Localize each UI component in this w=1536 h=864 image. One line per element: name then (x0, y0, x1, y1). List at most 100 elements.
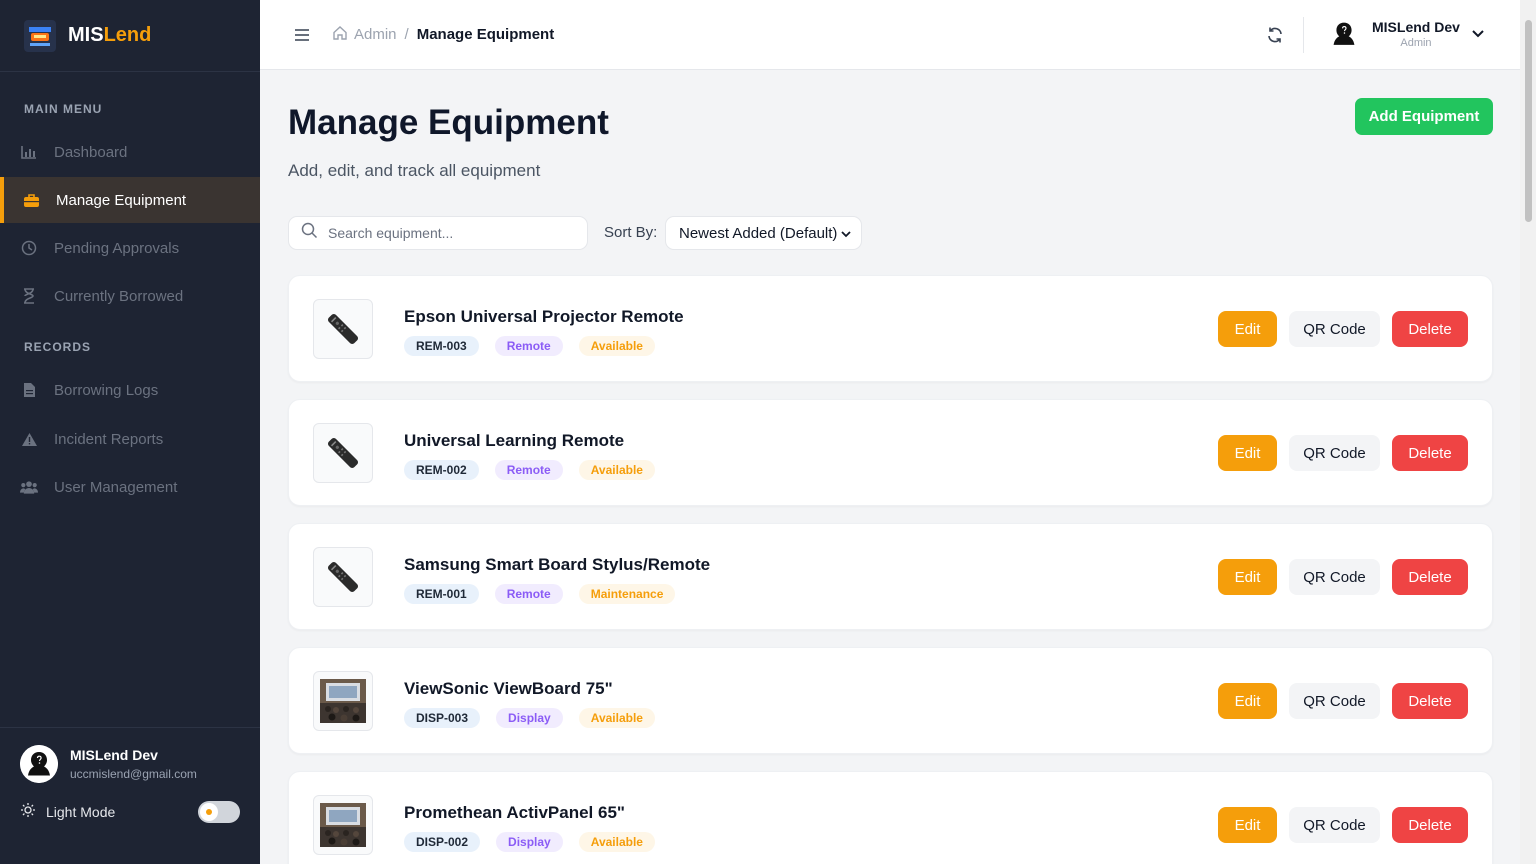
sidebar-item-label: Currently Borrowed (54, 287, 184, 305)
equipment-category-badge: Display (496, 708, 563, 728)
edit-button[interactable]: Edit (1218, 311, 1277, 347)
sidebar-item-label: User Management (54, 478, 178, 496)
qr-code-button[interactable]: QR Code (1289, 683, 1380, 719)
chevron-down-icon (841, 225, 851, 242)
user-menu[interactable]: MISLend Dev Admin (1326, 16, 1484, 52)
equipment-code-badge: DISP-003 (404, 708, 481, 728)
page-subtitle: Add, edit, and track all equipment (288, 161, 541, 180)
equipment-thumbnail (313, 795, 373, 855)
theme-toggle[interactable] (198, 801, 240, 823)
equipment-category-badge: Remote (494, 584, 563, 604)
equipment-list: Epson Universal Projector Remote REM-003… (288, 275, 1493, 864)
equipment-status-badge: Available (578, 336, 655, 356)
delete-button[interactable]: Delete (1392, 683, 1468, 719)
sidebar-item-user-management[interactable]: User Management (0, 463, 260, 511)
qr-code-button[interactable]: QR Code (1289, 435, 1380, 471)
brand[interactable]: MISLend (0, 0, 260, 72)
equipment-tags: REM-001 Remote Maintenance (404, 584, 691, 604)
equipment-actions: Edit QR Code Delete (1206, 559, 1468, 595)
scrollbar-thumb[interactable] (1525, 20, 1532, 222)
records-label: RECORDS (24, 340, 92, 354)
sidebar-item-pending-approvals[interactable]: Pending Approvals (0, 224, 260, 272)
equipment-card: ViewSonic ViewBoard 75" DISP-003 Display… (288, 647, 1493, 754)
equipment-code-badge: REM-001 (404, 584, 479, 604)
toggle-knob (200, 803, 218, 821)
equipment-card: Universal Learning Remote REM-002 Remote… (288, 399, 1493, 506)
equipment-actions: Edit QR Code Delete (1206, 435, 1468, 471)
sidebar-item-dashboard[interactable]: Dashboard (0, 128, 260, 176)
delete-button[interactable]: Delete (1392, 559, 1468, 595)
classroom-image (320, 803, 366, 847)
equipment-status-badge: Maintenance (578, 584, 676, 604)
equipment-card: Epson Universal Projector Remote REM-003… (288, 275, 1493, 382)
equipment-card: Promethean ActivPanel 65" DISP-002 Displ… (288, 771, 1493, 864)
sidebar-item-label: Borrowing Logs (54, 381, 159, 399)
sidebar-footer: MISLend Dev uccmislend@gmail.com Light M… (0, 727, 260, 864)
brand-suffix: Lend (103, 24, 152, 46)
hamburger-menu-icon[interactable] (290, 23, 314, 47)
sort-label: Sort By: (604, 224, 658, 241)
main-menu-label: MAIN MENU (24, 102, 103, 116)
sidebar-item-incident-reports[interactable]: Incident Reports (0, 415, 260, 463)
avatar (20, 745, 58, 783)
sidebar-item-borrowing-logs[interactable]: Borrowing Logs (0, 366, 260, 414)
equipment-name: Promethean ActivPanel 65" (404, 803, 625, 822)
users-icon (20, 478, 38, 496)
topbar: Admin / Manage Equipment MISLend Dev Adm… (260, 0, 1520, 70)
equipment-thumbnail (313, 299, 373, 359)
bar-chart-icon (20, 143, 38, 161)
qr-code-button[interactable]: QR Code (1289, 559, 1380, 595)
equipment-tags: REM-003 Remote Available (404, 336, 671, 356)
sidebar-item-currently-borrowed[interactable]: Currently Borrowed (0, 272, 260, 320)
sidebar-user[interactable]: MISLend Dev uccmislend@gmail.com (0, 728, 260, 783)
equipment-actions: Edit QR Code Delete (1206, 807, 1468, 843)
delete-button[interactable]: Delete (1392, 435, 1468, 471)
search-input[interactable] (328, 225, 568, 241)
main-menu: Dashboard Manage Equipment Pending Appro… (0, 128, 260, 320)
remote-image (327, 561, 359, 593)
equipment-card: Samsung Smart Board Stylus/Remote REM-00… (288, 523, 1493, 630)
equipment-name: ViewSonic ViewBoard 75" (404, 679, 613, 698)
qr-code-button[interactable]: QR Code (1289, 311, 1380, 347)
edit-button[interactable]: Edit (1218, 435, 1277, 471)
add-equipment-button[interactable]: Add Equipment (1355, 98, 1493, 135)
sidebar-item-label: Manage Equipment (56, 191, 187, 209)
edit-button[interactable]: Edit (1218, 807, 1277, 843)
chevron-down-icon (1472, 25, 1484, 43)
equipment-status-badge: Available (578, 832, 655, 852)
sort-select-value: Newest Added (Default) (679, 224, 838, 242)
edit-button[interactable]: Edit (1218, 559, 1277, 595)
sidebar-user-name: MISLend Dev (70, 747, 158, 763)
brand-prefix: MIS (68, 24, 104, 46)
remote-image (327, 313, 359, 345)
breadcrumb-current: Manage Equipment (416, 26, 555, 43)
equipment-actions: Edit QR Code Delete (1206, 683, 1468, 719)
topbar-user-role: Admin (1400, 37, 1432, 49)
equipment-category-badge: Remote (494, 336, 563, 356)
sidebar-item-label: Pending Approvals (54, 239, 180, 257)
equipment-name: Epson Universal Projector Remote (404, 307, 684, 326)
hourglass-icon (20, 287, 38, 305)
page-title: Manage Equipment (288, 103, 609, 142)
equipment-name: Samsung Smart Board Stylus/Remote (404, 555, 711, 574)
sort-select[interactable]: Newest Added (Default) (665, 216, 862, 250)
delete-button[interactable]: Delete (1392, 311, 1468, 347)
delete-button[interactable]: Delete (1392, 807, 1468, 843)
topbar-divider (1303, 17, 1304, 53)
qr-code-button[interactable]: QR Code (1289, 807, 1380, 843)
edit-button[interactable]: Edit (1218, 683, 1277, 719)
page-scrollbar[interactable] (1520, 0, 1536, 864)
topbar-user-name: MISLend Dev (1372, 19, 1460, 35)
sidebar-item-label: Incident Reports (54, 430, 164, 448)
clock-icon (20, 239, 38, 257)
sidebar-item-manage-equipment[interactable]: Manage Equipment (0, 177, 260, 223)
sun-icon (20, 802, 36, 823)
breadcrumb-separator: / (404, 26, 409, 43)
remote-image (327, 437, 359, 469)
warning-icon (20, 430, 38, 448)
refresh-icon[interactable] (1264, 24, 1286, 46)
equipment-code-badge: REM-002 (404, 460, 479, 480)
equipment-tags: REM-002 Remote Available (404, 460, 671, 480)
equipment-thumbnail (313, 423, 373, 483)
breadcrumb-admin[interactable]: Admin (332, 25, 397, 45)
